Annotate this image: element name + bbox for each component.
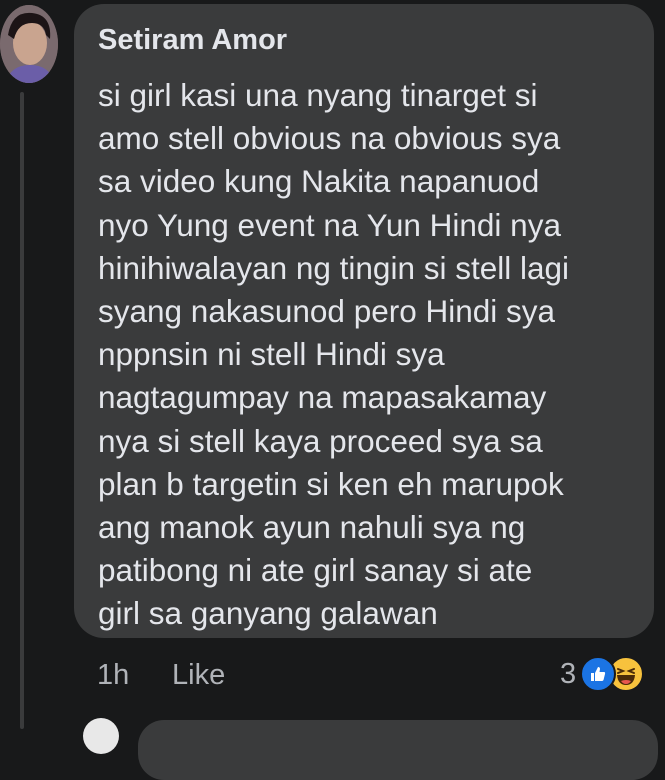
reaction-summary[interactable]: 3 [560, 654, 645, 694]
comment-bubble: Setiram Amor si girl kasi una nyang tina… [74, 4, 654, 638]
comment-line: hinihiwalayan ng tingin si stell lagi [98, 249, 570, 286]
next-comment-bubble [138, 720, 658, 780]
comment-line: nya si stell kaya proceed sya sa [98, 422, 543, 459]
comment-author-name[interactable]: Setiram Amor [98, 24, 287, 57]
comment-line: amo stell obvious na obvious sya [98, 120, 561, 157]
comment-line: girl sa ganyang galawan [98, 595, 438, 632]
comment-timestamp[interactable]: 1h [97, 659, 129, 692]
like-button[interactable]: Like [172, 659, 225, 692]
comment-footer: 1h Like 3 [0, 654, 665, 702]
comment-line: nppnsin ni stell Hindi sya [98, 336, 445, 373]
comment-line: ang manok ayun nahuli sya ng [98, 509, 526, 546]
comment-line: patibong ni ate girl sanay si ate [98, 552, 533, 589]
comment-line: si girl kasi una nyang tinarget si [98, 77, 538, 113]
like-icon [580, 656, 617, 692]
avatar-photo-icon [0, 5, 58, 83]
next-comment-avatar[interactable] [83, 718, 119, 754]
comment-line: nagtagumpay na mapasakamay [98, 379, 547, 416]
comment-line: nyo Yung event na Yun Hindi nya [98, 206, 561, 243]
comment-line: plan b targetin si ken eh marupok [98, 465, 564, 502]
comment-line: syang nakasunod pero Hindi sya [98, 293, 556, 330]
comment-body: si girl kasi una nyang tinarget si amo s… [98, 74, 638, 636]
author-avatar[interactable] [0, 5, 58, 83]
thread-line [20, 92, 24, 729]
comment-line: sa video kung Nakita napanuod [98, 163, 540, 200]
reaction-count: 3 [560, 657, 577, 690]
